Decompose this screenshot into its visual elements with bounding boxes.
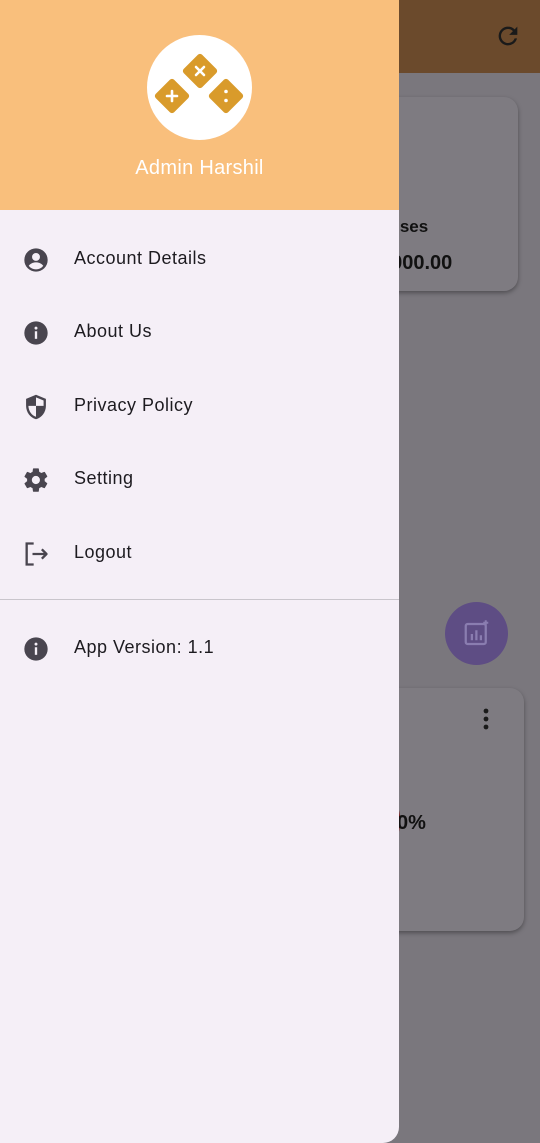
drawer-item-label: Logout — [74, 542, 133, 562]
drawer-item-about-us[interactable]: About Us — [0, 302, 399, 362]
app-version-item: App Version: 1.1 — [0, 618, 399, 678]
drawer-item-label: Privacy Policy — [74, 395, 194, 415]
drawer-divider — [0, 599, 399, 600]
drawer-header: Admin Harshil — [0, 0, 399, 210]
progress-percent: 0% — [397, 812, 426, 834]
add-chart-fab[interactable] — [445, 602, 508, 665]
gear-icon — [24, 468, 48, 492]
info-icon — [24, 637, 48, 661]
refresh-icon[interactable] — [494, 22, 522, 50]
chart-add-icon — [464, 619, 488, 645]
drawer-item-privacy-policy[interactable]: Privacy Policy — [0, 376, 399, 436]
navigation-drawer: Admin Harshil Account Details About Us P… — [0, 0, 399, 1143]
avatar — [147, 35, 252, 140]
app-version-label: App Version: 1.1 — [74, 637, 215, 657]
logout-icon — [25, 542, 48, 566]
calculator-icon — [154, 53, 244, 114]
shield-icon — [26, 394, 46, 420]
account-circle-icon — [24, 248, 48, 272]
drawer-item-account-details[interactable]: Account Details — [0, 229, 399, 289]
drawer-item-label: About Us — [74, 321, 153, 341]
more-vertical-icon[interactable] — [482, 708, 490, 730]
drawer-item-setting[interactable]: Setting — [0, 449, 399, 509]
drawer-item-label: Account Details — [74, 248, 207, 268]
info-icon — [24, 321, 48, 345]
user-name: Admin Harshil — [135, 157, 264, 179]
drawer-item-logout[interactable]: Logout — [0, 523, 399, 583]
drawer-item-label: Setting — [74, 468, 134, 488]
